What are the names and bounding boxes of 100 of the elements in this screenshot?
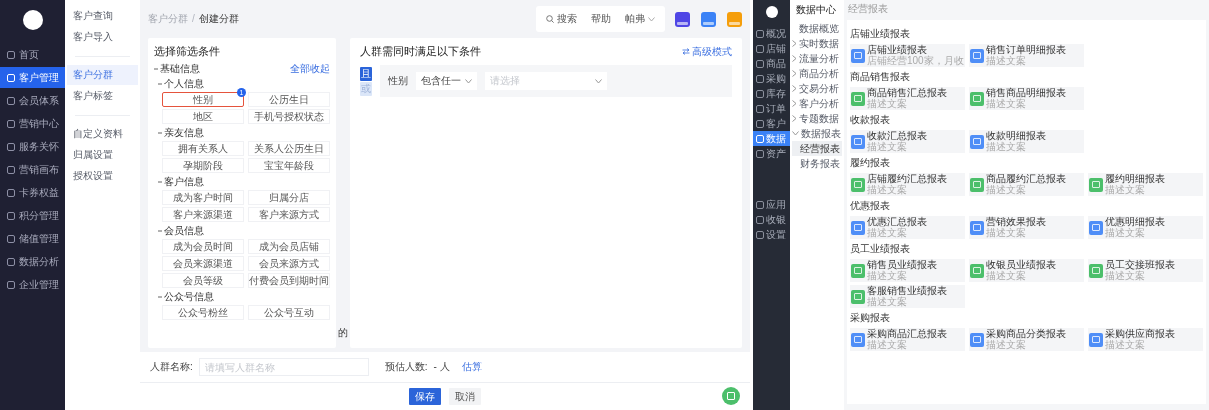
nav-item[interactable]: 收银 bbox=[753, 212, 790, 227]
nav-item[interactable]: 客户 bbox=[753, 116, 790, 131]
nav-item[interactable]: 数据 bbox=[753, 131, 790, 146]
report-card[interactable]: 采购供应商报表 描述文案 bbox=[1088, 328, 1203, 351]
filter-option[interactable]: 关系人公历生日 bbox=[248, 141, 330, 156]
submenu-item[interactable]: 授权设置 bbox=[67, 166, 138, 186]
operator-dropdown[interactable]: 包含任一 bbox=[416, 72, 477, 90]
report-card[interactable]: 员工交接班报表 描述文案 bbox=[1088, 259, 1203, 282]
filter-option[interactable]: 手机号授权状态 bbox=[248, 109, 330, 124]
collapse-all-link[interactable]: 全部收起 bbox=[290, 64, 330, 74]
nav-item[interactable]: 应用 bbox=[753, 197, 790, 212]
report-card[interactable]: 收款明细报表 描述文案 bbox=[969, 130, 1084, 153]
nav-item[interactable]: 采购 bbox=[753, 71, 790, 86]
help-float-icon[interactable] bbox=[722, 387, 740, 405]
submenu-item[interactable]: 流量分析 bbox=[792, 51, 842, 66]
search-button[interactable]: 搜索 bbox=[546, 14, 577, 24]
report-card[interactable]: 收银员业绩报表 描述文案 bbox=[969, 259, 1084, 282]
submenu-item[interactable]: 商品分析 bbox=[792, 66, 842, 81]
report-card[interactable]: 优惠汇总报表 描述文案 bbox=[850, 216, 965, 239]
nav-item[interactable]: 订单 bbox=[753, 101, 790, 116]
filter-option[interactable]: 客户来源方式 bbox=[248, 207, 330, 222]
nav-item[interactable]: 数据分析 bbox=[0, 251, 65, 272]
submenu-item[interactable]: 专题数据 bbox=[792, 111, 842, 126]
nav-item[interactable]: 服务关怀 bbox=[0, 136, 65, 157]
report-card[interactable]: 店铺业绩报表 店铺经营100家，月收 bbox=[850, 44, 965, 67]
submenu-item[interactable]: 数据概览 bbox=[792, 21, 842, 36]
filter-option[interactable]: 公历生日 bbox=[248, 92, 330, 107]
submenu-item[interactable]: 客户查询 bbox=[67, 6, 138, 26]
group-title[interactable]: 个人信息 bbox=[164, 79, 204, 89]
app-shortcut-icon[interactable] bbox=[675, 11, 690, 27]
nav-item[interactable]: 设置 bbox=[753, 227, 790, 242]
group-title[interactable]: 客户信息 bbox=[164, 177, 204, 187]
submenu-item[interactable]: 客户分群 bbox=[67, 65, 138, 85]
report-card[interactable]: 收款汇总报表 描述文案 bbox=[850, 130, 965, 153]
nav-item[interactable]: 储值管理 bbox=[0, 228, 65, 249]
nav-item[interactable]: 营销画布 bbox=[0, 159, 65, 180]
filter-option[interactable]: 成为客户时间 bbox=[162, 190, 244, 205]
submenu-item[interactable]: 经营报表 bbox=[792, 141, 842, 156]
filter-option[interactable]: 拥有关系人 bbox=[162, 141, 244, 156]
submenu-item[interactable]: 客户导入 bbox=[67, 27, 138, 47]
collapse-icon bbox=[158, 180, 162, 184]
report-card[interactable]: 优惠明细报表 描述文案 bbox=[1088, 216, 1203, 239]
filter-option[interactable]: 公众号粉丝 bbox=[162, 305, 244, 320]
submenu-item[interactable]: 归属设置 bbox=[67, 145, 138, 165]
submenu-item[interactable]: 客户标签 bbox=[67, 86, 138, 106]
report-card[interactable]: 商品销售汇总报表 描述文案 bbox=[850, 87, 965, 110]
nav-item[interactable]: 企业管理 bbox=[0, 274, 65, 295]
report-card[interactable]: 履约明细报表 描述文案 bbox=[1088, 173, 1203, 196]
report-card[interactable]: 销售商品明细报表 描述文案 bbox=[969, 87, 1084, 110]
help-link[interactable]: 帮助 bbox=[591, 14, 611, 24]
filter-option[interactable]: 公众号互动 bbox=[248, 305, 330, 320]
app-shortcut-icon[interactable] bbox=[701, 11, 716, 27]
breadcrumb-item[interactable]: 创建分群 bbox=[198, 14, 239, 24]
submenu-item[interactable]: 数据报表 bbox=[792, 126, 842, 141]
nav-item[interactable]: 会员体系 bbox=[0, 90, 65, 111]
footer-button[interactable]: 保存 bbox=[409, 388, 441, 405]
report-card[interactable]: 商品履约汇总报表 描述文案 bbox=[969, 173, 1084, 196]
filter-option[interactable]: 客户来源渠道 bbox=[162, 207, 244, 222]
group-title[interactable]: 亲友信息 bbox=[164, 128, 204, 138]
report-card[interactable]: 营销效果报表 描述文案 bbox=[969, 216, 1084, 239]
nav-item[interactable]: 资产 bbox=[753, 146, 790, 161]
group-title[interactable]: 公众号信息 bbox=[164, 292, 214, 302]
nav-item[interactable]: 卡券权益 bbox=[0, 182, 65, 203]
nav-item[interactable]: 客户管理 bbox=[0, 67, 65, 88]
footer-button[interactable]: 取消 bbox=[449, 388, 481, 405]
nav-item[interactable]: 首页 bbox=[0, 44, 65, 65]
submenu-item[interactable]: 自定义资料 bbox=[67, 124, 138, 144]
report-card[interactable]: 销售订单明细报表 描述文案 bbox=[969, 44, 1084, 67]
nav-item[interactable]: 店铺 bbox=[753, 41, 790, 56]
filter-option[interactable]: 成为会员时间 bbox=[162, 239, 244, 254]
nav-item[interactable]: 营销中心 bbox=[0, 113, 65, 134]
report-card[interactable]: 采购商品汇总报表 描述文案 bbox=[850, 328, 965, 351]
section-title[interactable]: 基础信息 bbox=[160, 64, 200, 74]
submenu-item[interactable]: 实时数据 bbox=[792, 36, 842, 51]
user-menu[interactable]: 帕弗 bbox=[625, 14, 655, 24]
report-card[interactable]: 销售员业绩报表 描述文案 bbox=[850, 259, 965, 282]
filter-option[interactable]: 会员来源渠道 bbox=[162, 256, 244, 271]
nav-item[interactable]: 库存 bbox=[753, 86, 790, 101]
hint-text: 的 bbox=[338, 328, 348, 338]
report-card[interactable]: 采购商品分类报表 描述文案 bbox=[969, 328, 1084, 351]
filter-option[interactable]: 成为会员店铺 bbox=[248, 239, 330, 254]
report-card[interactable]: 客服销售业绩报表 描述文案 bbox=[850, 285, 965, 308]
filter-option[interactable]: 会员等级 bbox=[162, 273, 244, 288]
filter-option[interactable]: 会员来源方式 bbox=[248, 256, 330, 271]
advanced-mode-link[interactable]: 高级模式 bbox=[682, 46, 732, 57]
report-card[interactable]: 店铺履约汇总报表 描述文案 bbox=[850, 173, 965, 196]
nav-item[interactable]: 积分管理 bbox=[0, 205, 65, 226]
filter-option[interactable]: 宝宝年龄段 bbox=[248, 158, 330, 173]
estimate-link[interactable]: 估算 bbox=[461, 362, 482, 372]
submenu-item[interactable]: 财务报表 bbox=[792, 156, 842, 171]
submenu-item[interactable]: 客户分析 bbox=[792, 96, 842, 111]
group-title[interactable]: 会员信息 bbox=[164, 226, 204, 236]
nav-item[interactable]: 概况 bbox=[753, 26, 790, 41]
filter-option[interactable]: 付费会员到期时间 bbox=[248, 273, 330, 288]
filter-option[interactable]: 地区 bbox=[162, 109, 244, 124]
logic-toggle[interactable]: 且 bbox=[360, 66, 372, 81]
submenu-item[interactable]: 交易分析 bbox=[792, 81, 842, 96]
filter-option[interactable]: 孕期阶段 bbox=[162, 158, 244, 173]
filter-option[interactable]: 归属分店 bbox=[248, 190, 330, 205]
nav-item[interactable]: 商品 bbox=[753, 56, 790, 71]
